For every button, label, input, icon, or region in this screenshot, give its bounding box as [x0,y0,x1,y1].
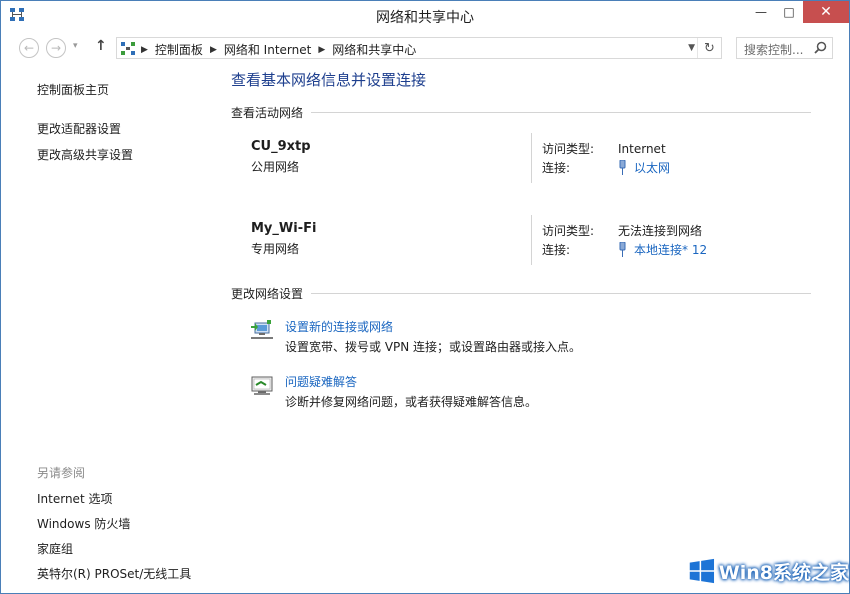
see-also-title: 另请参阅 [37,466,86,480]
task-setup-connection: 设置新的连接或网络 设置宽带、拨号或 VPN 连接；或设置路由器或接入点。 [249,318,811,373]
see-also-intel-proset[interactable]: 英特尔(R) PROSet/无线工具 [37,565,237,582]
section-divider [311,293,811,294]
access-type-value: 无法连接到网络 [618,224,703,238]
network-divider [531,215,532,265]
breadcrumb-control-panel[interactable]: 控制面板 [155,41,203,58]
window: 网络和共享中心 — □ ✕ ← → ▾ ↑ ▶ 控制面板 ▶ 网络和 Inter… [0,0,850,594]
access-type-value: Internet [618,141,666,156]
connection-link[interactable]: 本地连接* 12 [618,241,707,258]
active-networks-header: 查看活动网络 [231,104,811,121]
task-troubleshoot: 问题疑难解答 诊断并修复网络问题，或者获得疑难解答信息。 [249,373,811,428]
network-setup-icon [251,320,273,339]
forward-button[interactable]: → [46,38,66,58]
see-also-internet-options[interactable]: Internet 选项 [37,490,237,507]
troubleshoot-description: 诊断并修复网络问题，或者获得疑难解答信息。 [285,395,538,409]
sidebar-item-control-panel-home[interactable]: 控制面板主页 [37,81,217,98]
sidebar: 控制面板主页 更改适配器设置 更改高级共享设置 [37,81,217,172]
setup-connection-link[interactable]: 设置新的连接或网络 [285,318,393,335]
close-button[interactable]: ✕ [803,1,849,23]
network-info: My_Wi-Fi 专用网络 [251,221,316,257]
access-type-label: 访问类型: [542,224,595,238]
address-bar[interactable]: ▶ 控制面板 ▶ 网络和 Internet ▶ 网络和共享中心 ▼ ↻ [116,37,722,59]
navigation-bar: ← → ▾ ↑ ▶ 控制面板 ▶ 网络和 Internet ▶ 网络和共享中心 … [1,32,849,64]
window-title: 网络和共享中心 [376,10,474,26]
breadcrumb-separator-icon[interactable]: ▶ [141,45,148,55]
ethernet-icon [619,160,626,175]
up-button[interactable]: ↑ [95,38,107,54]
network-type[interactable]: 专用网络 [251,240,316,257]
change-settings-title: 更改网络设置 [231,287,304,301]
maximize-button[interactable]: □ [775,1,803,23]
minimize-button[interactable]: — [747,1,775,23]
connection-value[interactable]: 以太网 [634,159,670,176]
connection-row: 连接: 本地连接* 12 [542,240,707,259]
access-type-label: 访问类型: [542,142,595,156]
change-settings-header: 更改网络设置 [231,285,811,302]
watermark-text: Win8系统之家 [718,561,849,584]
access-type-row: 访问类型: 无法连接到网络 [542,221,707,240]
connection-label: 连接: [542,161,571,175]
breadcrumb-network-sharing-center[interactable]: 网络和共享中心 [332,41,416,58]
troubleshoot-link[interactable]: 问题疑难解答 [285,373,357,390]
ethernet-icon [619,242,626,257]
window-controls: — □ ✕ [747,1,849,23]
access-type-row: 访问类型: Internet [542,139,670,158]
breadcrumb: ▶ 控制面板 ▶ 网络和 Internet ▶ 网络和共享中心 [141,41,416,58]
sidebar-item-change-advanced-sharing[interactable]: 更改高级共享设置 [37,146,217,163]
breadcrumb-network-internet[interactable]: 网络和 Internet [224,41,311,58]
breadcrumb-separator-icon[interactable]: ▶ [210,45,217,55]
network-name: My_Wi-Fi [251,221,317,236]
main-content: 查看基本网络信息并设置连接 查看活动网络 CU_9xtp 公用网络 访问类型: … [231,69,811,428]
titlebar: 网络和共享中心 — □ ✕ [1,1,849,31]
control-panel-icon [121,42,135,55]
network-row: My_Wi-Fi 专用网络 访问类型: 无法连接到网络 连接: 本地连接* 12 [231,203,811,273]
troubleshoot-icon [251,376,273,395]
network-row: CU_9xtp 公用网络 访问类型: Internet 连接: 以太网 [231,121,811,191]
watermark: Win8系统之家 [689,553,849,589]
windows-logo-icon [689,558,715,584]
search-placeholder: 搜索控制... [744,43,804,57]
search-icon[interactable] [814,41,827,54]
recent-locations-dropdown[interactable]: ▾ [73,41,78,51]
address-dropdown-icon[interactable]: ▼ [688,43,695,53]
see-also-homegroup[interactable]: 家庭组 [37,540,237,557]
back-button[interactable]: ← [19,38,39,58]
page-title: 查看基本网络信息并设置连接 [231,71,427,89]
section-divider [311,112,811,113]
network-type[interactable]: 公用网络 [251,158,311,175]
refresh-icon[interactable]: ↻ [697,38,721,58]
network-name: CU_9xtp [251,139,311,154]
search-input[interactable]: 搜索控制... [736,37,833,59]
see-also-windows-firewall[interactable]: Windows 防火墙 [37,515,237,532]
network-details: 访问类型: 无法连接到网络 连接: 本地连接* 12 [542,221,707,259]
connection-label: 连接: [542,243,571,257]
active-networks-title: 查看活动网络 [231,106,304,120]
connection-row: 连接: 以太网 [542,158,670,177]
connection-value[interactable]: 本地连接* 12 [634,241,707,258]
network-details: 访问类型: Internet 连接: 以太网 [542,139,670,177]
setup-connection-description: 设置宽带、拨号或 VPN 连接；或设置路由器或接入点。 [285,340,582,354]
see-also: 另请参阅 Internet 选项 Windows 防火墙 家庭组 英特尔(R) … [37,464,237,590]
network-info: CU_9xtp 公用网络 [251,139,311,175]
connection-link[interactable]: 以太网 [618,159,670,176]
breadcrumb-separator-icon[interactable]: ▶ [318,45,325,55]
network-divider [531,133,532,183]
sidebar-item-change-adapter-settings[interactable]: 更改适配器设置 [37,120,217,137]
